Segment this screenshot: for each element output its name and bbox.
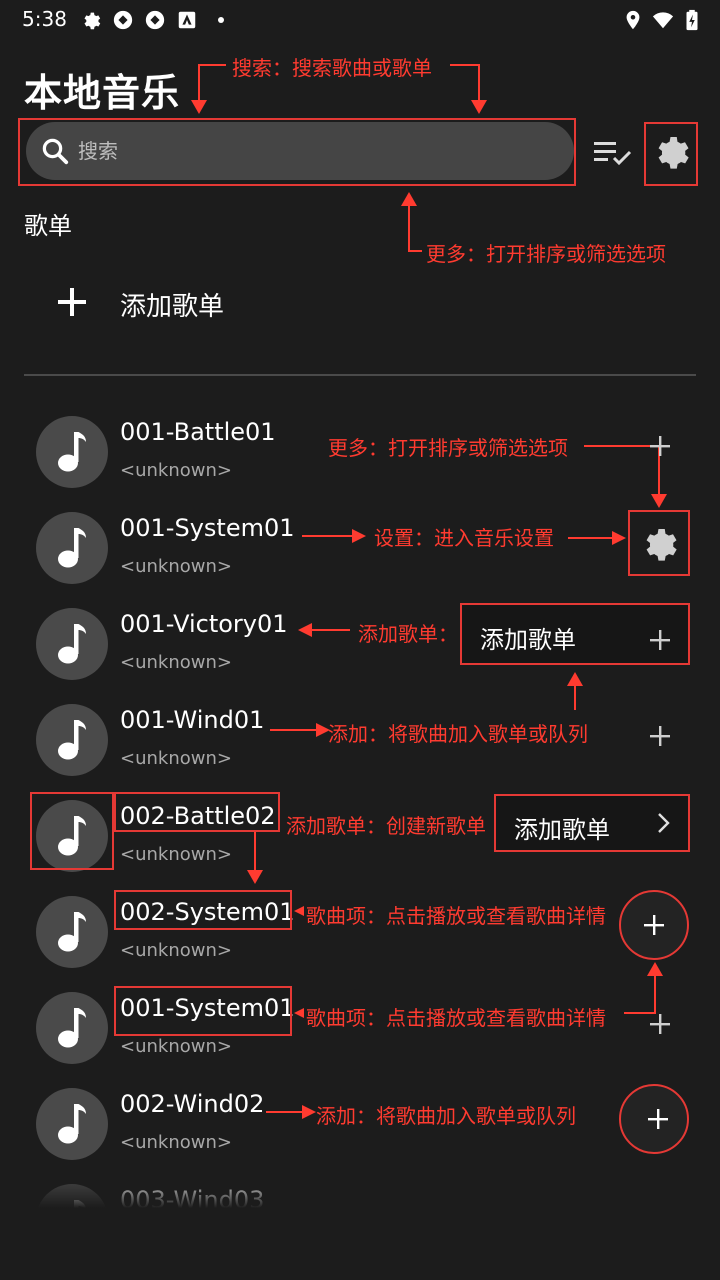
settings-highlight-box (644, 122, 698, 186)
search-highlight-box (18, 118, 576, 186)
arrow-right-icon (352, 529, 366, 543)
annotation-line (408, 204, 410, 252)
battery-charging-icon (686, 9, 698, 31)
annotation-line (478, 64, 480, 102)
avatar-highlight-box (30, 792, 114, 870)
add-playlist-callout-label: 添加歌单 (480, 626, 576, 654)
wifi-icon (652, 12, 674, 29)
bottom-fade (0, 1180, 720, 1280)
divider (24, 374, 696, 376)
add-playlist-label: 添加歌单 (120, 292, 225, 322)
song-title-highlight-box (114, 890, 292, 930)
arrow-left-icon (294, 906, 304, 916)
annotation-search: 搜索：搜索歌曲或歌单 (232, 56, 432, 80)
annotation-add-queue-2: 添加：将歌曲加入歌单或队列 (316, 1104, 576, 1128)
sort-filter-icon[interactable] (592, 136, 634, 168)
annotation-line (408, 250, 422, 252)
arrow-down-icon (247, 870, 263, 884)
plus-icon (644, 915, 664, 935)
plus-icon (58, 288, 86, 316)
song-list-item[interactable] (0, 884, 720, 980)
annotation-line (198, 64, 200, 102)
annotation-line (266, 1111, 306, 1113)
add-playlist-nav-label: 添加歌单 (514, 816, 610, 844)
annotation-line (302, 535, 354, 537)
annotation-add-playlist-create: 添加歌单：创建新歌单 (286, 814, 486, 838)
plus-icon (650, 630, 670, 650)
song-title-highlight-box (114, 986, 292, 1036)
app-icon (113, 10, 133, 30)
annotation-line (654, 974, 656, 1014)
annotation-line (574, 684, 576, 710)
add-to-queue-icon[interactable] (648, 1012, 672, 1036)
song-title-highlight-box (114, 792, 280, 832)
annotation-line (198, 64, 226, 66)
page-title: 本地音乐 (24, 71, 181, 115)
annotation-line (450, 64, 480, 66)
annotation-song-item-2: 歌曲项：点击播放或查看歌曲详情 (306, 1006, 606, 1030)
arrow-down-icon (471, 100, 487, 114)
annotation-add-queue-1: 添加：将歌曲加入歌单或队列 (328, 722, 588, 746)
playlists-section-title: 歌单 (24, 212, 72, 240)
arrow-left-icon (294, 1008, 304, 1018)
add-to-queue-icon[interactable] (648, 434, 672, 458)
app-store-icon (178, 11, 196, 29)
app-icon (145, 10, 165, 30)
arrow-down-icon (651, 494, 667, 508)
gear-icon (84, 12, 101, 30)
add-to-queue-icon[interactable] (648, 724, 672, 748)
annotation-line (254, 832, 256, 872)
annotation-settings: 设置：进入音乐设置 (374, 526, 554, 550)
annotation-line (270, 729, 318, 731)
annotation-line (310, 629, 350, 631)
annotation-song-item-1: 歌曲项：点击播放或查看歌曲详情 (306, 904, 606, 928)
arrow-right-icon (302, 1105, 316, 1119)
plus-icon (648, 1109, 668, 1129)
status-bar: 5:38 (0, 0, 720, 40)
chevron-right-icon (658, 813, 670, 833)
dot-icon (218, 17, 224, 23)
arrow-right-icon (612, 531, 626, 545)
location-icon (626, 10, 640, 30)
annotation-add-playlist-short: 添加歌单： (358, 622, 458, 646)
annotation-more-row: 更多：打开排序或筛选选项 (328, 436, 568, 460)
annotation-line (568, 537, 614, 539)
status-time: 5:38 (22, 7, 67, 31)
arrow-down-icon (191, 100, 207, 114)
song-list-item[interactable] (0, 500, 720, 596)
settings-gear-icon[interactable] (638, 522, 680, 564)
